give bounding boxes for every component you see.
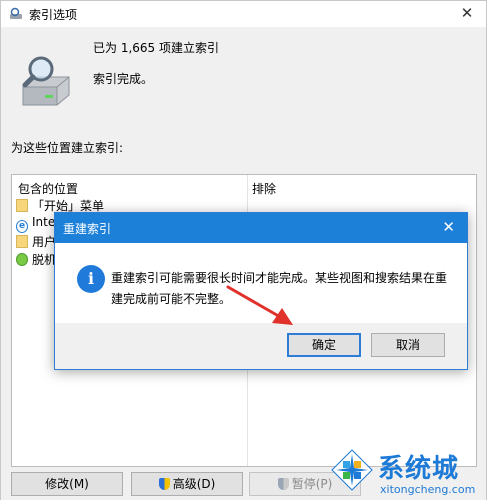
dialog-title-bar: 重建索引 ✕ (55, 213, 467, 243)
column-header-included[interactable]: 包含的位置 (18, 180, 78, 197)
index-status: 索引完成。 (93, 72, 154, 86)
close-icon[interactable]: ✕ (458, 3, 476, 23)
folder-icon (16, 199, 28, 212)
location-row[interactable]: 「开始」菜单 (16, 197, 104, 213)
advanced-button[interactable]: 高级(D) (131, 472, 243, 496)
watermark: 系统城 xitongcheng.com (330, 446, 487, 500)
cancel-button[interactable]: 取消 (371, 333, 445, 357)
window-title: 索引选项 (29, 8, 78, 22)
locations-heading: 为这些位置建立索引: (11, 141, 124, 155)
uac-shield-icon (277, 478, 289, 490)
indexing-options-icon (10, 7, 22, 19)
dialog-body: i 重建索引可能需要很长时间才能完成。某些视图和搜索结果在重建完成前可能不完整。 (55, 243, 467, 323)
uac-shield-icon (158, 478, 170, 490)
xitongcheng-logo-icon (331, 449, 373, 491)
rebuild-index-dialog: 重建索引 ✕ i 重建索引可能需要很长时间才能完成。某些视图和搜索结果在重建完成… (54, 212, 468, 370)
location-label: 用户 (32, 235, 57, 249)
title-bar: 索引选项 ✕ (1, 1, 486, 27)
offline-files-icon (16, 253, 28, 266)
internet-explorer-icon: e (16, 220, 28, 233)
column-header-excluded[interactable]: 排除 (252, 180, 276, 197)
close-icon[interactable]: ✕ (442, 218, 455, 236)
watermark-domain: xitongcheng.com (380, 483, 476, 496)
location-label: 脱机 (32, 253, 57, 267)
dialog-message: 重建索引可能需要很长时间才能完成。某些视图和搜索结果在重建完成前可能不完整。 (111, 271, 448, 306)
ok-button[interactable]: 确定 (287, 333, 361, 357)
indexing-drive-icon (22, 56, 70, 106)
pause-button-label: 暂停(P) (291, 477, 333, 491)
dialog-footer: 确定 取消 (55, 323, 467, 369)
dialog-title: 重建索引 (63, 222, 112, 236)
watermark-brand: 系统城 (378, 454, 460, 484)
folder-icon (16, 235, 28, 248)
indexed-count: 已为 1,665 项建立索引 (93, 41, 219, 55)
modify-button[interactable]: 修改(M) (11, 472, 123, 496)
info-icon: i (77, 265, 105, 293)
location-row[interactable]: 脱机 (16, 251, 56, 267)
advanced-button-label: 高级(D) (172, 477, 216, 491)
location-row[interactable]: 用户 (16, 233, 56, 249)
location-label: 「开始」菜单 (32, 199, 105, 213)
